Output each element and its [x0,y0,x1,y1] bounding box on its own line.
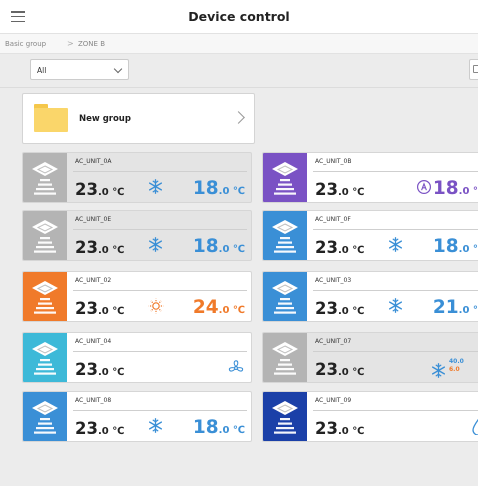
set-temperature: 18.0 ℃ [192,417,245,438]
ac-unit-icon [263,392,307,441]
fan-icon [228,360,244,380]
device-name: AC_UNIT_0E [75,216,112,223]
filter-value: All [37,66,47,75]
device-card[interactable]: AC_UNIT_07 23.0 ℃ 40.0 6.0 [262,332,478,383]
current-temperature: 23.0 ℃ [315,419,365,438]
device-card[interactable]: AC_UNIT_0E 23.0 ℃ 18.0 ℃ [22,210,252,261]
device-card[interactable]: AC_UNIT_03 23.0 ℃ 21.0 ℃ [262,271,478,322]
current-temperature: 23.0 ℃ [75,299,125,318]
divider [313,410,478,411]
chevron-right-icon [232,111,245,124]
device-name: AC_UNIT_02 [75,277,112,284]
device-name: AC_UNIT_09 [315,397,352,404]
divider [313,171,478,172]
current-temperature: 23.0 ℃ [315,299,365,318]
divider [313,351,478,352]
group-card-new-group[interactable]: New group [22,93,255,144]
snowflake-icon [388,298,403,317]
snowflake-icon [148,179,163,198]
divider [73,410,247,411]
dry-mode-icon [472,418,478,439]
breadcrumb: Basic group > ZONE B [0,33,478,54]
set-temperature: 18.0 ℃ [432,236,478,257]
filter-dropdown[interactable]: All [30,59,129,80]
device-name: AC_UNIT_08 [75,397,112,404]
ac-unit-icon [23,392,67,441]
divider [73,171,247,172]
device-name: AC_UNIT_0B [315,158,352,165]
divider [0,87,478,88]
ac-unit-icon [263,272,307,321]
device-name: AC_UNIT_03 [315,277,352,284]
snowflake-icon [148,237,163,256]
divider [73,290,247,291]
folder-icon [34,104,68,132]
snowflake-icon [388,237,403,256]
select-icon[interactable] [469,59,478,80]
ac-unit-icon [263,333,307,382]
current-temperature: 23.0 ℃ [75,238,125,257]
snowflake-icon [148,418,163,437]
set-temperature: 18.0 ℃ [192,178,245,199]
device-name: AC_UNIT_0F [315,216,351,223]
device-card[interactable]: AC_UNIT_0F 23.0 ℃ 18.0 ℃ [262,210,478,261]
set-temperature: 24.0 ℃ [192,297,245,318]
divider [313,290,478,291]
device-name: AC_UNIT_04 [75,338,112,345]
device-card[interactable]: AC_UNIT_04 23.0 ℃ [22,332,252,383]
divider [313,229,478,230]
device-card[interactable]: AC_UNIT_08 23.0 ℃ 18.0 ℃ [22,391,252,442]
current-temperature: 23.0 ℃ [75,419,125,438]
page-title: Device control [188,9,290,24]
top-bar: Device control [0,0,478,33]
breadcrumb-item-basic-group[interactable]: Basic group [5,40,46,48]
sun-icon [148,298,164,318]
ac-unit-icon [23,333,67,382]
ac-unit-icon [263,211,307,260]
current-temperature: 23.0 ℃ [315,180,365,199]
ac-unit-icon [23,211,67,260]
breadcrumb-separator: > [67,39,74,48]
device-card[interactable]: AC_UNIT_02 23.0 ℃ 24.0 ℃ [22,271,252,322]
device-name: AC_UNIT_0A [75,158,112,165]
device-card[interactable]: AC_UNIT_09 23.0 ℃ [262,391,478,442]
auto-mode-snowflake-icon [431,363,446,382]
dual-setpoint: 40.0 6.0 [449,358,464,373]
device-card[interactable]: AC_UNIT_0B 23.0 ℃ 18.0 ℃ [262,152,478,203]
device-name: AC_UNIT_07 [315,338,352,345]
set-temperature: 18.0 ℃ [192,236,245,257]
group-name: New group [79,114,131,124]
auto-mode-icon [416,179,432,199]
ac-unit-icon [263,153,307,202]
chevron-down-icon [113,64,123,74]
current-temperature: 23.0 ℃ [75,360,125,379]
current-temperature: 23.0 ℃ [315,360,365,379]
ac-unit-icon [23,153,67,202]
breadcrumb-item-zone: ZONE B [78,40,105,48]
set-temperature: 18.0 ℃ [432,178,478,199]
set-temperature: 21.0 ℃ [432,297,478,318]
current-temperature: 23.0 ℃ [75,180,125,199]
ac-unit-icon [23,272,67,321]
current-temperature: 23.0 ℃ [315,238,365,257]
device-card[interactable]: AC_UNIT_0A 23.0 ℃ 18.0 ℃ [22,152,252,203]
divider [73,229,247,230]
divider [73,351,247,352]
